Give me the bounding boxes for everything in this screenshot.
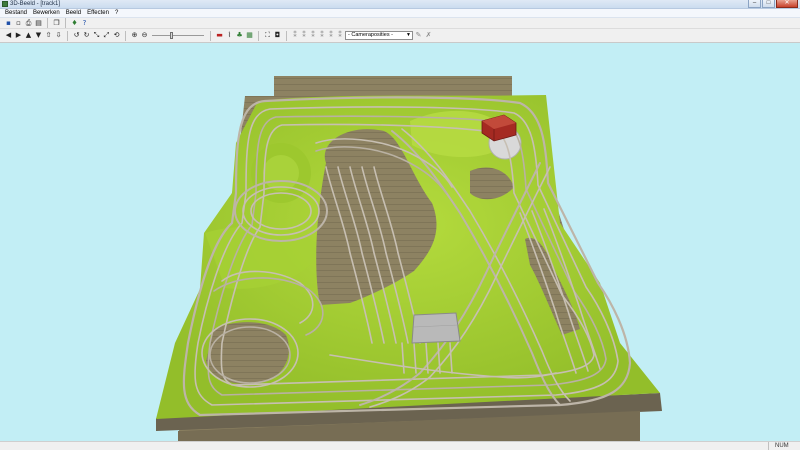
minimize-button[interactable]: – [748, 0, 761, 8]
preview-icon[interactable]: ▤ [34, 19, 43, 28]
help-icon[interactable]: ? [80, 19, 89, 28]
fullscreen-icon[interactable]: ⛶ [263, 31, 272, 40]
zoom-slider-thumb[interactable] [170, 32, 173, 39]
arrow-down-icon[interactable]: ▼ [34, 31, 43, 40]
tool-6-icon[interactable]: ⁑ [336, 31, 344, 40]
menu-bewerken[interactable]: Bewerken [30, 9, 63, 18]
maximize-button[interactable]: □ [762, 0, 775, 8]
close-button[interactable]: ✕ [776, 0, 798, 8]
toolbar-separator [125, 30, 126, 41]
status-bar: NUM [0, 441, 800, 450]
view-toolbar: ◀ ▶ ▲ ▼ ⇧ ⇩ ↺ ↻ ⤡ ⤢ ⟲ ⊕ ⊖ ▬ ⌇ ♣ ▦ ⛶ ◘ ⁑ … [0, 29, 800, 43]
print-icon[interactable]: ⎙ [24, 19, 33, 28]
info-icon[interactable]: ♦ [70, 19, 79, 28]
toolbar-separator [258, 30, 259, 41]
move-forward-icon[interactable]: ⇧ [44, 31, 53, 40]
copy-icon[interactable]: ❐ [52, 19, 61, 28]
arrow-right-icon[interactable]: ▶ [14, 31, 23, 40]
tool-3-icon[interactable]: ⁑ [309, 31, 317, 40]
camera-icon[interactable]: ◘ [273, 31, 282, 40]
app-icon [2, 1, 8, 7]
window-controls: – □ ✕ [748, 0, 798, 9]
edit-camera-icon[interactable]: ✎ [414, 31, 423, 40]
roll-icon[interactable]: ⟲ [112, 31, 121, 40]
camera-positions-value: - Cameraposities - [348, 32, 393, 38]
toolbar-separator [67, 30, 68, 41]
menu-help[interactable]: ? [112, 9, 121, 18]
station-platform [411, 312, 461, 344]
move-back-icon[interactable]: ⇩ [54, 31, 63, 40]
menu-bar: Bestand Bewerken Beeld Effecten ? [0, 9, 800, 18]
camera-positions-select[interactable]: - Cameraposities - ▼ [345, 31, 413, 40]
toolbar-separator [286, 30, 287, 41]
zoom-slider-track [152, 35, 204, 36]
tool-1-icon[interactable]: ⁑ [291, 31, 299, 40]
chevron-down-icon: ▼ [406, 32, 411, 38]
tree-icon[interactable]: ♣ [235, 31, 244, 40]
terrain-icon[interactable]: ▦ [245, 31, 254, 40]
tilt-back-icon[interactable]: ⤢ [102, 31, 111, 40]
zoom-slider[interactable] [152, 31, 204, 40]
file-toolbar: ▪ ▫ ⎙ ▤ ❐ ♦ ? [0, 18, 800, 29]
3d-viewport[interactable] [0, 43, 800, 441]
open-icon[interactable]: ▫ [14, 19, 23, 28]
train-icon[interactable]: ▬ [215, 31, 224, 40]
toolbar-separator [47, 18, 48, 28]
rotate-left-icon[interactable]: ↺ [72, 31, 81, 40]
toolbar-separator [65, 18, 66, 28]
arrow-left-icon[interactable]: ◀ [4, 31, 13, 40]
toolbar-separator [210, 30, 211, 41]
rotate-right-icon[interactable]: ↻ [82, 31, 91, 40]
zoom-out-icon[interactable]: ⊖ [140, 31, 149, 40]
tool-2-icon[interactable]: ⁑ [300, 31, 308, 40]
delete-camera-icon[interactable]: ✗ [424, 31, 433, 40]
tool-4-icon[interactable]: ⁑ [318, 31, 326, 40]
menu-bestand[interactable]: Bestand [2, 9, 30, 18]
num-lock-indicator: NUM [768, 442, 796, 450]
tilt-icon[interactable]: ⤡ [92, 31, 101, 40]
save-icon[interactable]: ▪ [4, 19, 13, 28]
tool-5-icon[interactable]: ⁑ [327, 31, 335, 40]
track-icon[interactable]: ⌇ [225, 31, 234, 40]
zoom-in-icon[interactable]: ⊕ [130, 31, 139, 40]
layout-scene[interactable] [0, 43, 800, 441]
menu-effecten[interactable]: Effecten [84, 9, 112, 18]
arrow-up-icon[interactable]: ▲ [24, 31, 33, 40]
menu-beeld[interactable]: Beeld [63, 9, 84, 18]
